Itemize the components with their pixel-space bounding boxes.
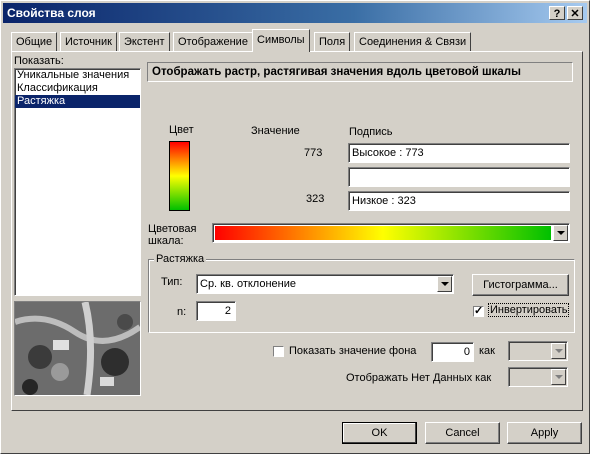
chevron-down-icon[interactable]	[551, 369, 566, 385]
n-field[interactable]: 2	[196, 301, 236, 321]
invert-checkbox[interactable]	[473, 304, 484, 317]
list-item-unique-values[interactable]: Уникальные значения	[15, 69, 140, 82]
stretch-group-label: Растяжка	[154, 253, 207, 265]
tab-extent[interactable]: Экстент	[119, 32, 170, 51]
ok-button[interactable]: OK	[342, 422, 417, 444]
high-value: 773	[304, 147, 323, 159]
nodata-label: Отображать Нет Данных как	[346, 372, 492, 384]
background-checkbox[interactable]	[273, 346, 284, 357]
close-button[interactable]: ✕	[567, 6, 583, 20]
mid-label-field[interactable]	[348, 167, 570, 187]
apply-button[interactable]: Apply	[507, 422, 582, 444]
tab-display[interactable]: Отображение	[173, 32, 253, 51]
background-as-label: как	[479, 345, 495, 357]
n-label: n:	[177, 306, 187, 318]
color-scale-dropdown[interactable]	[212, 223, 570, 243]
low-label-field[interactable]: Низкое : 323	[348, 191, 570, 211]
type-label: Тип:	[161, 276, 183, 288]
window-title: Свойства слоя	[7, 6, 96, 20]
help-button[interactable]: ?	[549, 6, 565, 20]
show-label: Показать:	[14, 55, 64, 67]
nodata-color-dropdown[interactable]	[508, 367, 568, 387]
value-header: Значение	[251, 125, 300, 137]
cancel-button[interactable]: Cancel	[425, 422, 500, 444]
heading-text: Отображать растр, растягивая значения вд…	[152, 66, 521, 78]
color-header: Цвет	[169, 124, 194, 136]
high-label-field[interactable]: Высокое : 773	[348, 143, 570, 163]
background-color-dropdown[interactable]	[508, 341, 568, 361]
tab-symbology[interactable]: Символы	[252, 29, 310, 52]
show-list[interactable]: Уникальные значения Классификация Растяж…	[14, 68, 141, 296]
color-scale-gradient	[215, 226, 551, 240]
tab-joins-relates[interactable]: Соединения & Связи	[354, 32, 472, 51]
invert-label[interactable]: Инвертировать	[488, 303, 570, 317]
heading-bar: Отображать растр, растягивая значения вд…	[147, 62, 573, 82]
background-value-field[interactable]: 0	[431, 342, 474, 362]
color-ramp-swatch[interactable]	[169, 141, 190, 211]
chevron-down-icon[interactable]	[551, 343, 566, 359]
color-scale-label: Цветовая шкала:	[148, 223, 197, 247]
list-item-classification[interactable]: Классификация	[15, 82, 140, 95]
layer-properties-dialog: Свойства слоя ? ✕ Общие Источник Экстент…	[0, 0, 590, 454]
tab-general[interactable]: Общие	[11, 32, 58, 51]
title-bar: Свойства слоя ? ✕	[3, 3, 587, 23]
stretch-type-value: Ср. кв. отклонение	[200, 278, 296, 290]
stretch-type-dropdown[interactable]: Ср. кв. отклонение	[196, 274, 454, 294]
low-value: 323	[306, 193, 325, 205]
histogram-button[interactable]: Гистограмма...	[472, 274, 569, 296]
tab-fields[interactable]: Поля	[314, 32, 351, 51]
tab-source[interactable]: Источник	[60, 32, 117, 51]
list-item-stretch[interactable]: Растяжка	[15, 95, 140, 108]
chevron-down-icon[interactable]	[553, 225, 568, 241]
label-header: Подпись	[349, 126, 393, 138]
raster-preview	[14, 301, 142, 396]
chevron-down-icon[interactable]	[437, 276, 452, 292]
stretch-group	[148, 259, 575, 333]
background-label[interactable]: Показать значение фона	[289, 345, 416, 357]
raster-preview-image	[14, 301, 142, 396]
